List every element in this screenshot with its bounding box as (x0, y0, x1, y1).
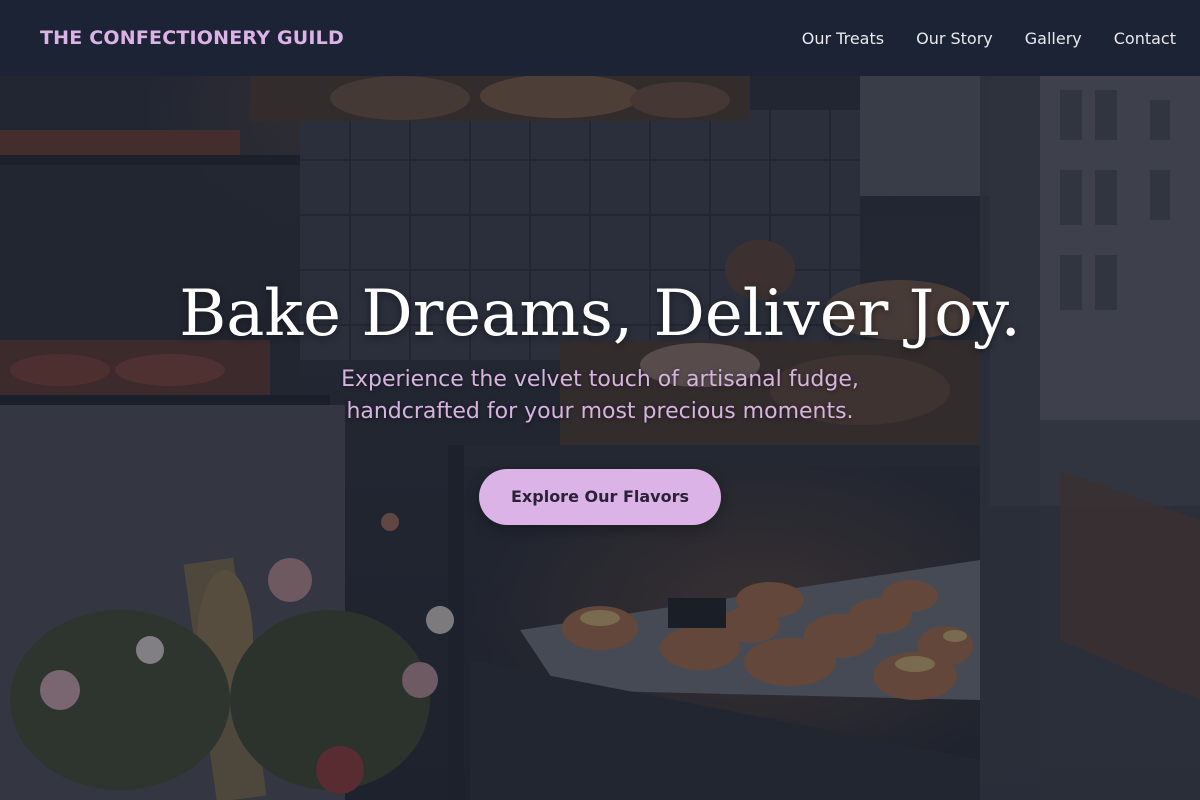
hero-content: Bake Dreams, Deliver Joy. Experience the… (0, 270, 1200, 525)
top-navigation: THE CONFECTIONERY GUILD Our Treats Our S… (0, 0, 1200, 76)
brand-logo[interactable]: THE CONFECTIONERY GUILD (40, 27, 344, 49)
nav-link-our-story[interactable]: Our Story (916, 29, 993, 48)
nav-link-contact[interactable]: Contact (1114, 29, 1176, 48)
hero-title: Bake Dreams, Deliver Joy. (179, 277, 1021, 351)
nav-links: Our Treats Our Story Gallery Contact (802, 29, 1176, 48)
nav-link-gallery[interactable]: Gallery (1025, 29, 1082, 48)
explore-flavors-button[interactable]: Explore Our Flavors (479, 469, 721, 525)
hero-subtitle: Experience the velvet touch of artisanal… (341, 367, 859, 424)
nav-link-our-treats[interactable]: Our Treats (802, 29, 884, 48)
page: THE CONFECTIONERY GUILD Our Treats Our S… (0, 0, 1200, 800)
